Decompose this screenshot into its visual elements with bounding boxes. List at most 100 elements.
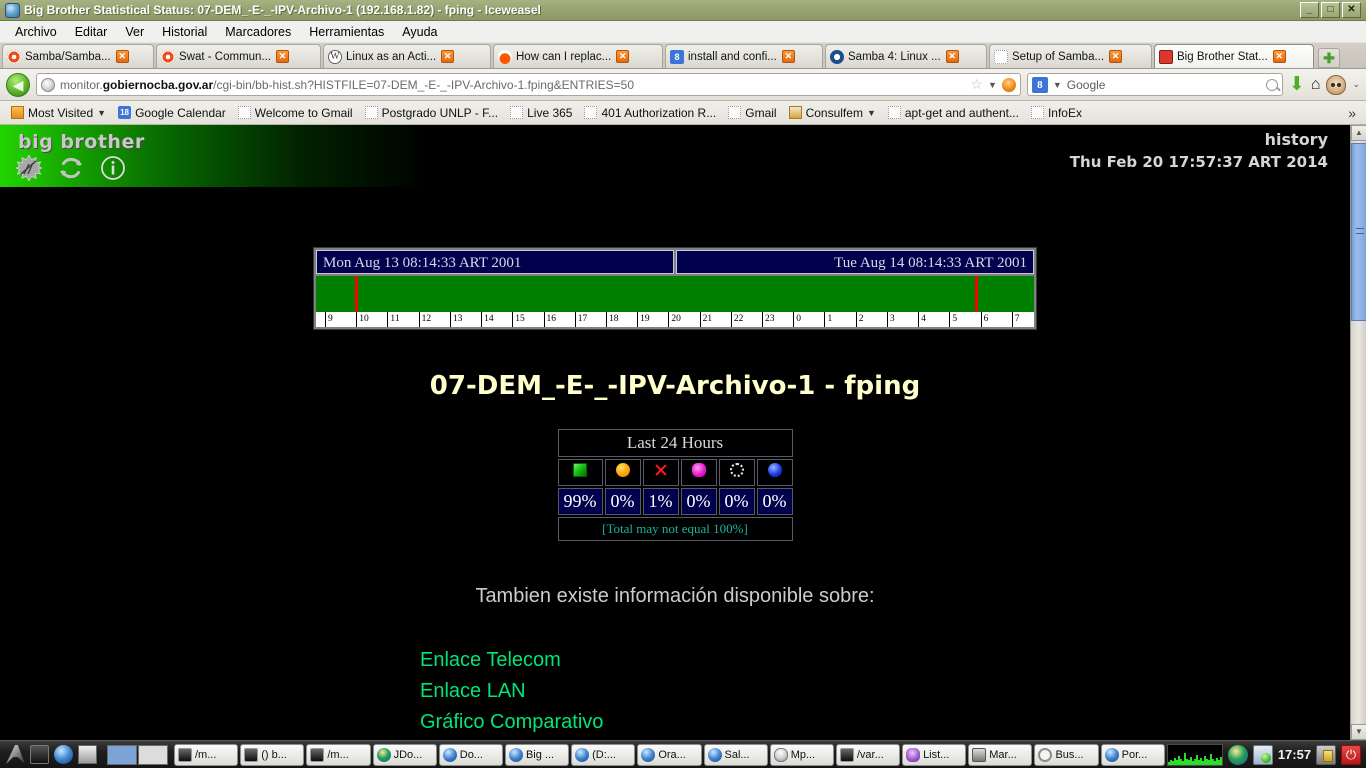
chevron-down-icon[interactable]: ▼: [1053, 80, 1062, 90]
bookmark-consulfem[interactable]: Consulfem ▼: [784, 105, 881, 121]
maximize-button[interactable]: □: [1321, 2, 1340, 18]
task-button[interactable]: () b...: [240, 743, 305, 766]
page-scrollbar[interactable]: ▲ ▼: [1350, 125, 1366, 740]
toolbar-overflow-icon[interactable]: ⌄: [1352, 79, 1360, 90]
refresh-icon[interactable]: [58, 155, 84, 181]
close-icon[interactable]: ✕: [945, 50, 959, 63]
task-button[interactable]: /m...: [174, 743, 239, 766]
task-button[interactable]: Sal...: [703, 743, 768, 766]
link-grafico-comparativo[interactable]: Gráfico Comparativo: [420, 707, 603, 738]
tab-setup-of-samba[interactable]: Setup of Samba... ✕: [989, 44, 1152, 68]
task-button[interactable]: /m...: [306, 743, 371, 766]
hour-tick: 20: [668, 312, 681, 327]
close-icon[interactable]: ✕: [1272, 50, 1286, 63]
home-icon[interactable]: ⌂: [1311, 76, 1321, 93]
menu-editar[interactable]: Editar: [66, 24, 117, 40]
tab-samba-samba[interactable]: Samba/Samba... ✕: [2, 44, 154, 68]
bookmark-google-calendar[interactable]: 18 Google Calendar: [113, 105, 231, 121]
scroll-down-icon[interactable]: ▼: [1351, 724, 1366, 740]
bookmarks-overflow-icon[interactable]: »: [1348, 105, 1360, 121]
back-button[interactable]: ◀: [6, 72, 30, 97]
search-input[interactable]: Google: [1067, 78, 1261, 92]
workspace-1[interactable]: [107, 744, 137, 765]
close-icon[interactable]: ✕: [616, 50, 630, 63]
burst-icon[interactable]: [14, 154, 44, 182]
bookmark-postgrado-unlp[interactable]: Postgrado UNLP - F...: [360, 105, 504, 121]
terminal-icon: [839, 747, 854, 762]
search-bar[interactable]: 8 ▼ Google: [1026, 73, 1283, 96]
bookmark-label: Gmail: [745, 105, 777, 120]
close-button[interactable]: ✕: [1342, 2, 1361, 18]
minimize-button[interactable]: _: [1300, 2, 1319, 18]
show-desktop-icon[interactable]: [78, 745, 97, 764]
menu-archivo[interactable]: Archivo: [6, 24, 66, 40]
task-button[interactable]: List...: [902, 743, 967, 766]
task-button[interactable]: Big ...: [504, 743, 570, 766]
bookmark-gmail[interactable]: Gmail: [723, 105, 781, 121]
task-button[interactable]: /var...: [835, 743, 901, 766]
graph-bar: [1219, 756, 1222, 765]
bookmark-most-visited[interactable]: Most Visited ▼: [6, 105, 111, 121]
rss-feed-icon[interactable]: [1001, 77, 1016, 92]
menu-launcher-icon[interactable]: [6, 745, 25, 764]
url-bar[interactable]: monitor.gobiernocba.gov.ar/cgi-bin/bb-hi…: [36, 73, 1021, 96]
task-button[interactable]: Do...: [438, 743, 503, 766]
hour-tick: 13: [449, 312, 462, 327]
downloads-icon[interactable]: ⬇: [1289, 75, 1305, 94]
menu-herramientas[interactable]: Herramientas: [300, 24, 393, 40]
workspace-2[interactable]: [138, 744, 168, 765]
task-button[interactable]: Por...: [1100, 743, 1165, 766]
hour-tick: 22: [730, 312, 743, 327]
bookmark-welcome-to-gmail[interactable]: Welcome to Gmail: [233, 105, 358, 121]
clock[interactable]: 17:57: [1278, 747, 1311, 762]
chevron-down-icon[interactable]: ▼: [988, 80, 997, 90]
google-icon[interactable]: 8: [1031, 76, 1048, 93]
folder-icon: [11, 106, 24, 119]
iceweasel-mascot-icon[interactable]: [1326, 74, 1347, 95]
task-button[interactable]: (D:...: [571, 743, 636, 766]
task-button[interactable]: Mar...: [968, 743, 1033, 766]
bookmark-infoex[interactable]: InfoEx: [1026, 105, 1087, 121]
bookmark-star-icon[interactable]: ☆: [970, 76, 983, 93]
status-cell-clear: [718, 459, 755, 486]
task-button[interactable]: Bus...: [1034, 743, 1099, 766]
power-icon[interactable]: ⏻: [1341, 744, 1362, 765]
strip-status-bar[interactable]: [316, 276, 1034, 312]
bookmark-401-authorization[interactable]: 401 Authorization R...: [579, 105, 721, 121]
close-icon[interactable]: ✕: [115, 50, 129, 63]
tab-big-brother-stat[interactable]: Big Brother Stat... ✕: [1154, 44, 1314, 68]
close-icon[interactable]: ✕: [441, 50, 455, 63]
tab-linux-as-an-acti[interactable]: W Linux as an Acti... ✕: [323, 44, 491, 68]
jdownloader-tray-icon[interactable]: [1227, 744, 1248, 765]
menu-marcadores[interactable]: Marcadores: [216, 24, 300, 40]
info-icon[interactable]: [100, 155, 126, 181]
bookmark-live-365[interactable]: Live 365: [505, 105, 577, 121]
tab-how-can-i-replac[interactable]: How can I replac... ✕: [493, 44, 663, 68]
scrollbar-thumb[interactable]: [1351, 143, 1366, 321]
bookmark-label: 401 Authorization R...: [601, 105, 717, 120]
hour-tick: 23: [762, 312, 775, 327]
link-enlace-telecom[interactable]: Enlace Telecom: [420, 645, 603, 676]
task-button[interactable]: Mp...: [769, 743, 834, 766]
terminal-launcher-icon[interactable]: [30, 745, 49, 764]
link-enlace-lan[interactable]: Enlace LAN: [420, 676, 603, 707]
tab-swat-commun[interactable]: Swat - Commun... ✕: [156, 44, 321, 68]
menu-historial[interactable]: Historial: [153, 24, 216, 40]
browser-launcher-icon[interactable]: [54, 745, 73, 764]
bookmark-apt-get-and-authent[interactable]: apt-get and authent...: [883, 105, 1024, 121]
new-tab-button[interactable]: ✚: [1318, 48, 1340, 68]
close-icon[interactable]: ✕: [781, 50, 795, 63]
lock-screen-icon[interactable]: [1316, 744, 1337, 765]
messenger-icon[interactable]: [1252, 744, 1273, 765]
close-icon[interactable]: ✕: [1109, 50, 1123, 63]
menu-ayuda[interactable]: Ayuda: [393, 24, 446, 40]
system-monitor-graph[interactable]: [1166, 743, 1223, 766]
last-24-hours-table: Last 24 Hours 99% 0% 1% 0% 0% 0% [Total …: [555, 427, 795, 543]
task-button[interactable]: JDo...: [372, 743, 437, 766]
close-icon[interactable]: ✕: [276, 50, 290, 63]
tab-samba-4-linux[interactable]: Samba 4: Linux ... ✕: [825, 44, 987, 68]
scroll-up-icon[interactable]: ▲: [1351, 125, 1366, 141]
tab-install-and-confi[interactable]: 8 install and confi... ✕: [665, 44, 823, 68]
task-button[interactable]: Ora...: [637, 743, 702, 766]
menu-ver[interactable]: Ver: [116, 24, 153, 40]
